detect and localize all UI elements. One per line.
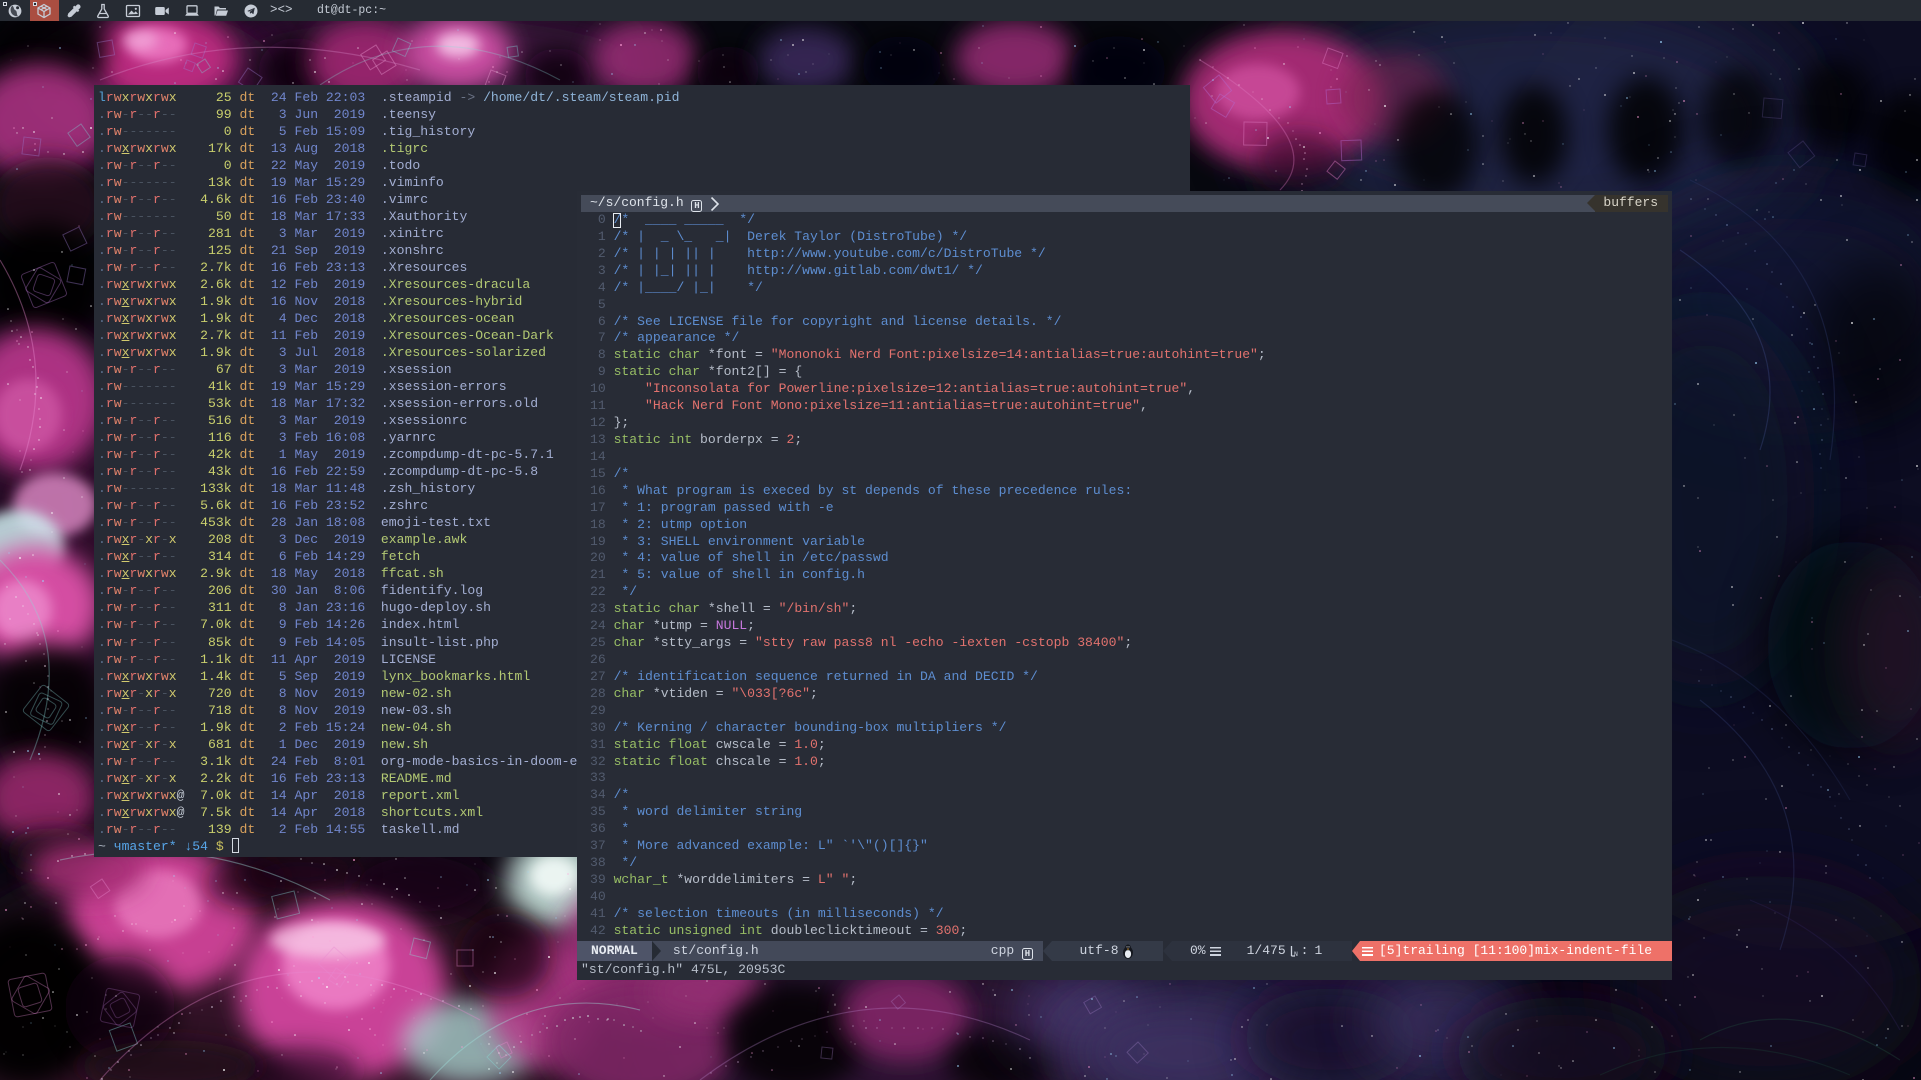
svg-text:N: N — [1294, 951, 1298, 957]
